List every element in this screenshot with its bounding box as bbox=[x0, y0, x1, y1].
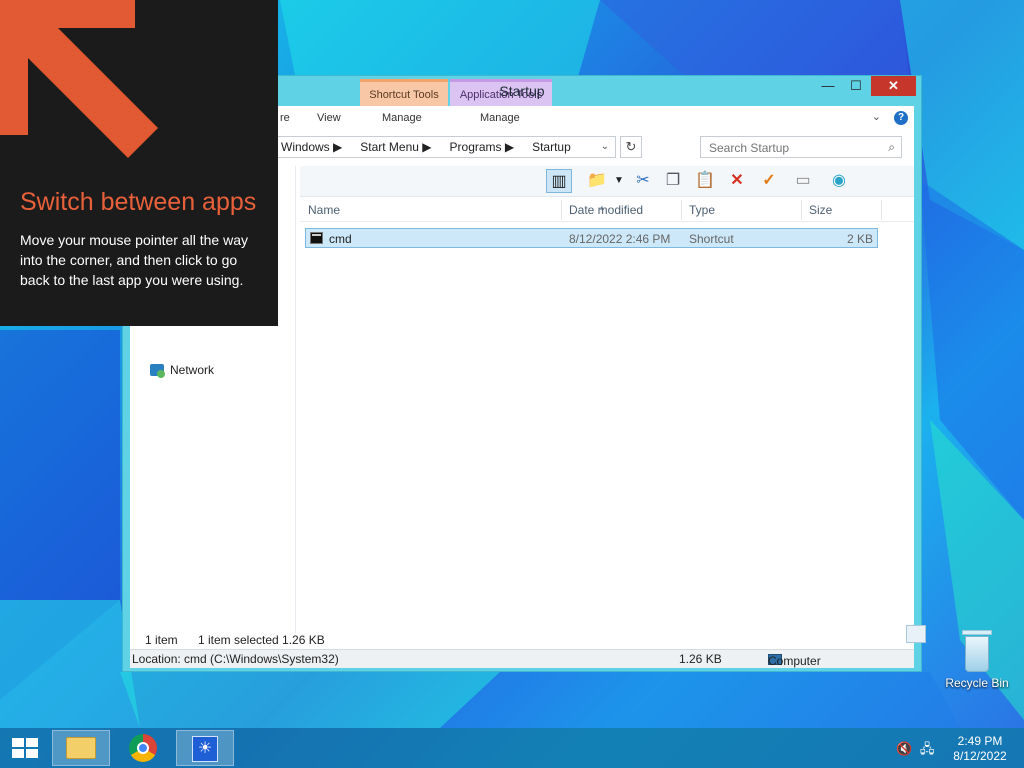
ribbon-tab-manage-application[interactable]: Manage bbox=[480, 112, 520, 124]
corner-arrow-icon bbox=[0, 0, 158, 158]
ribbon-tab-view[interactable]: View bbox=[317, 112, 341, 124]
address-dropdown-icon[interactable]: ⌄ bbox=[601, 137, 609, 157]
search-box[interactable]: ⌕ bbox=[700, 136, 902, 158]
paste-icon[interactable]: 📋 bbox=[692, 169, 718, 193]
volume-muted-icon[interactable]: 🔇 bbox=[896, 741, 912, 756]
search-icon[interactable]: ⌕ bbox=[888, 140, 895, 155]
column-separator[interactable] bbox=[681, 200, 682, 220]
location-text: Location: cmd (C:\Windows\System32) bbox=[132, 652, 339, 666]
taskbar-chrome[interactable] bbox=[114, 730, 172, 766]
column-size[interactable]: Size bbox=[809, 203, 832, 217]
column-headers: ▲ Name Date modified Type Size bbox=[300, 197, 914, 222]
check-icon[interactable]: ✓ bbox=[756, 169, 782, 193]
system-tray: 🔇 🖧 bbox=[896, 740, 934, 762]
cut-icon[interactable]: ✂ bbox=[630, 169, 656, 193]
properties-dropdown-icon[interactable]: ▼ bbox=[606, 169, 632, 193]
ribbon-controls: ⌄ ? bbox=[872, 110, 908, 125]
status-size: 1.26 KB bbox=[679, 652, 722, 666]
ribbon-tab-share[interactable]: re bbox=[280, 112, 290, 124]
switch-apps-tip: Switch between apps Move your mouse poin… bbox=[0, 0, 278, 326]
close-button[interactable]: ✕ bbox=[871, 76, 916, 96]
tip-title: Switch between apps bbox=[20, 188, 257, 216]
taskbar: ☀ 🔇 🖧 2:49 PM 8/12/2022 bbox=[0, 728, 1024, 768]
taskbar-clock[interactable]: 2:49 PM 8/12/2022 bbox=[946, 734, 1014, 764]
breadcrumb-startup[interactable]: Startup bbox=[532, 140, 571, 154]
selection-info: 1 item selected 1.26 KB bbox=[198, 633, 325, 647]
column-date-modified[interactable]: Date modified bbox=[569, 203, 643, 217]
shell-icon[interactable]: ◉ bbox=[826, 169, 852, 193]
refresh-icon[interactable]: ↻ bbox=[620, 136, 642, 158]
network-tray-icon[interactable]: 🖧 bbox=[920, 741, 935, 756]
status-bar: Location: cmd (C:\Windows\System32) 1.26… bbox=[130, 649, 914, 668]
cmd-shortcut-icon bbox=[310, 232, 323, 244]
network-icon bbox=[150, 364, 165, 378]
nav-item-label: Network bbox=[170, 363, 215, 377]
ribbon-expand-icon[interactable]: ⌄ bbox=[872, 111, 881, 123]
recycle-bin-icon bbox=[962, 630, 992, 672]
file-explorer-icon bbox=[66, 737, 96, 759]
breadcrumb-start-menu[interactable]: Start Menu ▶ bbox=[360, 140, 431, 154]
large-icons-view-icon[interactable] bbox=[906, 625, 926, 643]
recycle-bin-label: Recycle Bin bbox=[945, 676, 1009, 690]
table-row[interactable]: cmd 8/12/2022 2:46 PM Shortcut 2 KB bbox=[305, 228, 878, 248]
status-line: 1 item 1 item selected 1.26 KB bbox=[130, 625, 926, 649]
file-name: cmd bbox=[329, 232, 352, 246]
file-date: 8/12/2022 2:46 PM bbox=[569, 232, 671, 246]
column-separator[interactable] bbox=[881, 200, 882, 220]
preview-pane-icon[interactable]: ▥ bbox=[546, 169, 572, 193]
file-type: Shortcut bbox=[689, 232, 734, 246]
help-icon[interactable]: ? bbox=[894, 111, 908, 125]
delete-icon[interactable]: ✕ bbox=[724, 169, 750, 193]
tip-body: Move your mouse pointer all the way into… bbox=[20, 232, 248, 288]
item-count: 1 item bbox=[145, 633, 178, 647]
column-separator[interactable] bbox=[561, 200, 562, 220]
search-input[interactable] bbox=[707, 138, 881, 158]
start-icon[interactable] bbox=[12, 738, 38, 758]
file-size: 2 KB bbox=[846, 232, 873, 246]
command-toolbar: ▥ 📁 ▼ ✂ ❐ 📋 ✕ ✓ ▭ ◉ bbox=[300, 166, 914, 197]
recycle-bin[interactable]: Recycle Bin bbox=[944, 630, 1010, 690]
minimize-button[interactable]: — bbox=[815, 76, 841, 96]
column-name[interactable]: Name bbox=[308, 203, 340, 217]
maximize-button[interactable]: ☐ bbox=[843, 76, 869, 96]
weather-icon: ☀ bbox=[192, 736, 218, 762]
clock-date: 8/12/2022 bbox=[953, 749, 1007, 763]
copy-icon[interactable]: ❐ bbox=[660, 169, 686, 193]
ribbon-tab-manage-shortcut[interactable]: Manage bbox=[382, 112, 422, 124]
computer-label: Computer bbox=[768, 654, 821, 668]
column-separator[interactable] bbox=[801, 200, 802, 220]
clock-time: 2:49 PM bbox=[957, 734, 1003, 748]
breadcrumb-windows[interactable]: Windows ▶ bbox=[281, 140, 342, 154]
taskbar-weather[interactable]: ☀ bbox=[176, 730, 234, 766]
chrome-icon bbox=[129, 734, 157, 762]
breadcrumb-programs[interactable]: Programs ▶ bbox=[450, 140, 515, 154]
rename-icon[interactable]: ▭ bbox=[790, 169, 816, 193]
taskbar-file-explorer[interactable] bbox=[52, 730, 110, 766]
nav-item-network[interactable]: Network bbox=[150, 363, 215, 378]
column-type[interactable]: Type bbox=[689, 203, 715, 217]
